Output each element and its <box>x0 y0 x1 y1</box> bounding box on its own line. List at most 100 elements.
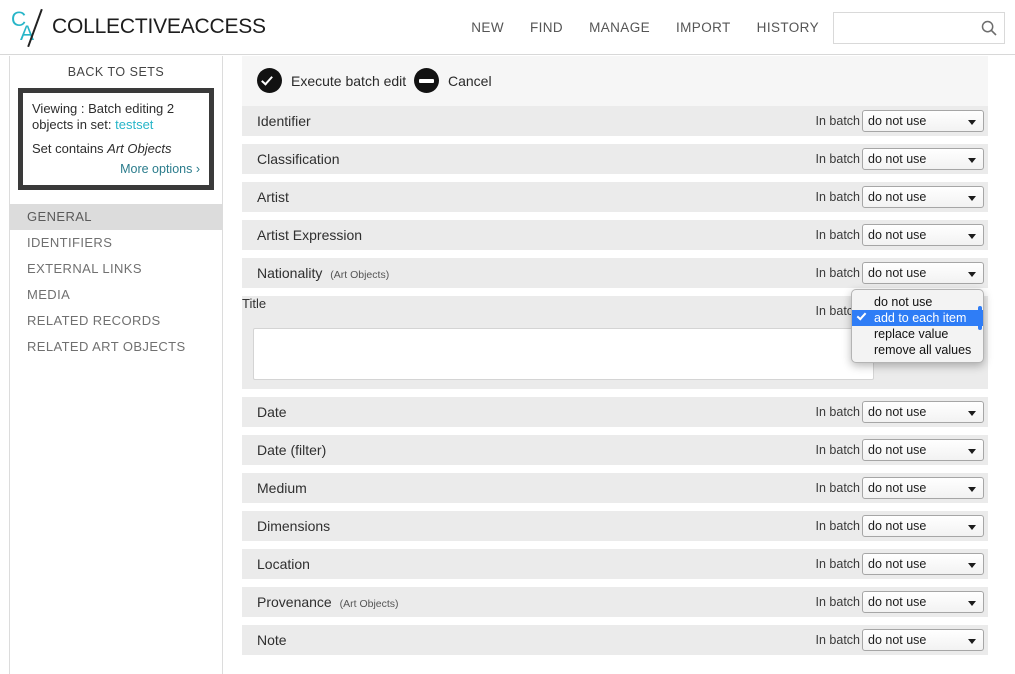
batch-mode-select-nationality[interactable]: do not use <box>862 262 984 284</box>
field-label: Date <box>257 404 287 420</box>
search-input[interactable] <box>834 13 980 43</box>
field-label: Dimensions <box>257 518 330 534</box>
batch-toolbar: Execute batch edit Cancel <box>242 56 988 106</box>
batch-mode-select-identifier[interactable]: do not use <box>862 110 984 132</box>
nav-history[interactable]: HISTORY <box>757 20 819 35</box>
nav-find[interactable]: FIND <box>530 20 563 35</box>
field-label-text: Date (filter) <box>257 442 327 458</box>
cancel-button[interactable]: Cancel <box>414 68 492 93</box>
dropdown-option-replace-value[interactable]: replace value <box>852 326 983 342</box>
set-contains-text: Set contains Art Objects <box>32 141 200 157</box>
nav-new[interactable]: NEW <box>471 20 504 35</box>
field-label: Location <box>257 556 310 572</box>
back-to-sets-link[interactable]: BACK TO SETS <box>10 56 222 88</box>
select-value: do not use <box>868 557 927 571</box>
batch-mode-select-artist-expression[interactable]: do not use <box>862 224 984 246</box>
more-options-link[interactable]: More options › <box>120 162 200 176</box>
field-row-artist-expression: Artist Expression In batch do not use <box>242 220 988 250</box>
select-value: do not use <box>868 228 927 242</box>
chevron-down-icon <box>968 487 976 492</box>
batch-mode-select-artist[interactable]: do not use <box>862 186 984 208</box>
batch-mode-select-provenance[interactable]: do not use <box>862 591 984 613</box>
app-header: C A COLLECTIVEACCESS NEW FIND MANAGE IMP… <box>0 0 1015 55</box>
chevron-down-icon <box>968 158 976 163</box>
field-label: Nationality (Art Objects) <box>257 265 389 281</box>
set-contains-prefix: Set contains <box>32 141 104 156</box>
in-batch-label: In batch <box>815 443 860 457</box>
chevron-down-icon <box>968 234 976 239</box>
select-value: do not use <box>868 443 927 457</box>
batch-mode-select-classification[interactable]: do not use <box>862 148 984 170</box>
select-value: do not use <box>868 405 927 419</box>
sidebar-item-related-records[interactable]: RELATED RECORDS <box>10 308 222 334</box>
in-batch-label: In batch <box>815 228 860 242</box>
checkmark-icon <box>856 310 867 321</box>
field-row-date-filter: Date (filter) In batch do not use <box>242 435 988 465</box>
search-icon <box>981 20 997 36</box>
field-row-medium: Medium In batch do not use <box>242 473 988 503</box>
more-options-row: More options › <box>32 162 200 176</box>
field-row-note: Note In batch do not use <box>242 625 988 655</box>
dropdown-scroll-indicator[interactable] <box>978 306 982 330</box>
batch-mode-select-dimensions[interactable]: do not use <box>862 515 984 537</box>
in-batch-label: In batch <box>815 190 860 204</box>
app-logo: C A COLLECTIVEACCESS <box>10 6 266 48</box>
sidebar: BACK TO SETS Viewing : Batch editing 2 o… <box>9 56 223 674</box>
sidebar-item-related-art-objects[interactable]: RELATED ART OBJECTS <box>10 334 222 360</box>
nav-import[interactable]: IMPORT <box>676 20 731 35</box>
sidebar-item-external-links[interactable]: EXTERNAL LINKS <box>10 256 222 282</box>
select-value: do not use <box>868 190 927 204</box>
field-label-text: Nationality <box>257 265 323 281</box>
field-label: Classification <box>257 151 339 167</box>
in-batch-label: In batch <box>815 595 860 609</box>
sidebar-item-general[interactable]: GENERAL <box>10 204 222 230</box>
field-row-provenance: Provenance (Art Objects) In batch do not… <box>242 587 988 617</box>
in-batch-label: In batch <box>815 114 860 128</box>
set-name-link[interactable]: testset <box>115 117 153 132</box>
check-circle-icon <box>257 68 282 93</box>
select-value: do not use <box>868 114 927 128</box>
minus-circle-icon <box>414 68 439 93</box>
field-label-text: Identifier <box>257 113 311 129</box>
batch-mode-dropdown-menu[interactable]: do not use add to each item replace valu… <box>851 289 984 363</box>
main-panel: Execute batch edit Cancel Identifier In … <box>242 56 988 674</box>
main-nav: NEW FIND MANAGE IMPORT HISTORY <box>471 20 819 35</box>
chevron-down-icon <box>968 120 976 125</box>
nav-manage[interactable]: MANAGE <box>589 20 650 35</box>
field-label: Note <box>257 632 287 648</box>
field-row-dimensions: Dimensions In batch do not use <box>242 511 988 541</box>
sidebar-item-media[interactable]: MEDIA <box>10 282 222 308</box>
field-row-nationality: Nationality (Art Objects) In batch do no… <box>242 258 988 288</box>
chevron-down-icon <box>968 525 976 530</box>
select-value: do not use <box>868 152 927 166</box>
set-viewing-text: Viewing : Batch editing 2 objects in set… <box>32 101 200 133</box>
dropdown-option-remove-all-values[interactable]: remove all values <box>852 342 983 358</box>
batch-mode-select-note[interactable]: do not use <box>862 629 984 651</box>
in-batch-label: In batch <box>815 266 860 280</box>
global-search[interactable] <box>833 12 1005 44</box>
sidebar-item-identifiers[interactable]: IDENTIFIERS <box>10 230 222 256</box>
execute-batch-edit-button[interactable]: Execute batch edit <box>257 68 406 93</box>
chevron-down-icon <box>968 449 976 454</box>
field-label-text: Note <box>257 632 287 648</box>
field-sublabel-text: (Art Objects) <box>339 598 399 610</box>
title-value-input[interactable] <box>253 328 874 380</box>
field-label-text: Dimensions <box>257 518 331 534</box>
field-row-classification: Classification In batch do not use <box>242 144 988 174</box>
dropdown-option-add-to-each-item[interactable]: add to each item <box>852 310 983 326</box>
batch-mode-select-date-filter[interactable]: do not use <box>862 439 984 461</box>
in-batch-label: In batch <box>815 152 860 166</box>
in-batch-label: In batch <box>815 519 860 533</box>
dropdown-option-do-not-use[interactable]: do not use <box>852 294 983 310</box>
batch-mode-select-medium[interactable]: do not use <box>862 477 984 499</box>
batch-mode-select-date[interactable]: do not use <box>862 401 984 423</box>
dropdown-option-label: add to each item <box>874 311 967 325</box>
in-batch-label: In batch <box>815 481 860 495</box>
select-value: do not use <box>868 595 927 609</box>
field-label: Provenance (Art Objects) <box>257 594 399 610</box>
field-label: Date (filter) <box>257 442 326 458</box>
batch-mode-select-location[interactable]: do not use <box>862 553 984 575</box>
field-label-text: Title <box>242 296 267 311</box>
field-row-location: Location In batch do not use <box>242 549 988 579</box>
logo-mark-icon: C A <box>10 7 50 48</box>
